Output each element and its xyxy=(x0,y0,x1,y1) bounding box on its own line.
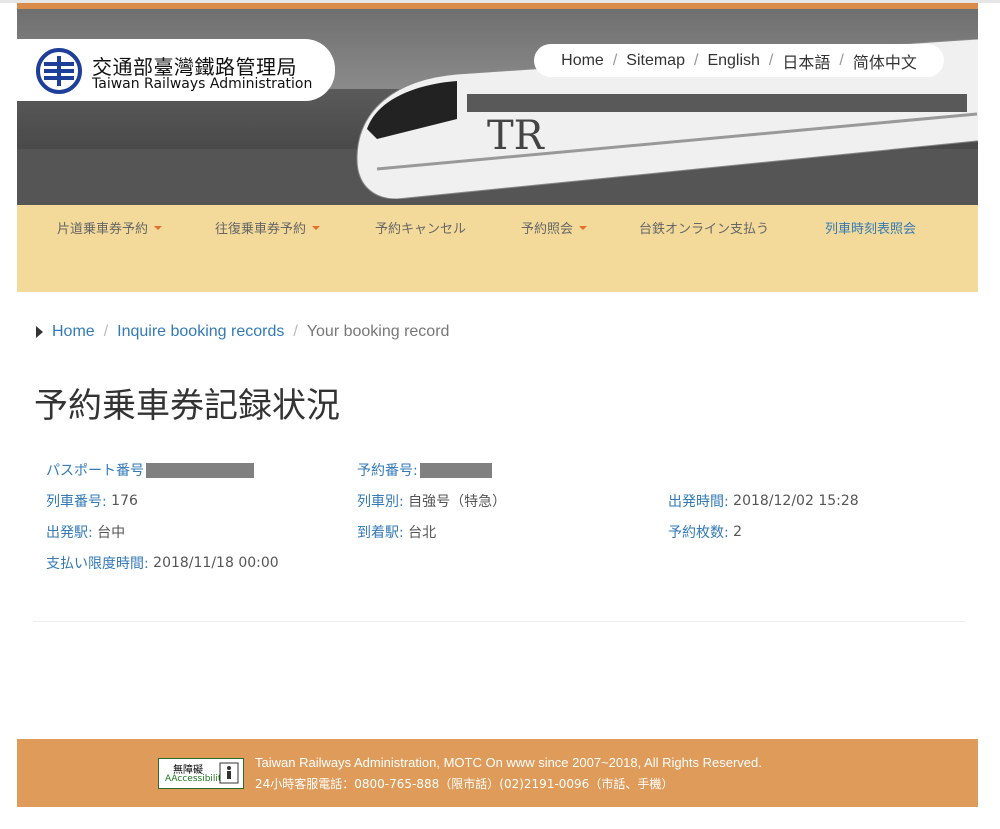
nav-round-trip-booking[interactable]: 往復乗車券予約 xyxy=(215,218,321,237)
train-number-field: 列車番号: 176 xyxy=(46,491,138,511)
logo-title-en: Taiwan Railways Administration xyxy=(92,76,313,92)
departure-station-value: 台中 xyxy=(97,525,126,541)
separator: / xyxy=(693,51,699,69)
nav-label: 予約キャンセル xyxy=(375,222,467,237)
content-divider xyxy=(33,621,965,622)
separator: / xyxy=(293,323,298,340)
arrival-station-label: 到着駅: xyxy=(357,525,404,541)
separator: / xyxy=(612,51,618,69)
booking-number-label: 予約番号: xyxy=(357,463,418,479)
train-type-label: 列車別: xyxy=(357,494,404,510)
train-type-value: 自強号（特急） xyxy=(408,494,507,510)
separator: / xyxy=(103,323,109,340)
nav-label: 往復乗車券予約 xyxy=(215,222,307,237)
main-nav: 片道乗車券予約 往復乗車券予約 予約キャンセル 予約照会 台鉄オンライン支払う … xyxy=(17,205,978,292)
footer-copyright: Taiwan Railways Administration, MOTC On … xyxy=(255,755,762,770)
arrival-station-value: 台北 xyxy=(408,525,437,541)
top-link-home[interactable]: Home xyxy=(561,52,604,70)
separator: / xyxy=(768,51,774,69)
payment-deadline-label: 支払い限度時間: xyxy=(46,556,149,572)
site-logo[interactable]: 交通部臺灣鐵路管理局 Taiwan Railways Administratio… xyxy=(17,39,335,101)
ticket-count-value: 2 xyxy=(733,524,743,540)
nav-label: 台鉄オンライン支払う xyxy=(639,222,770,237)
nav-timetable-inquiry[interactable]: 列車時刻表照会 xyxy=(825,218,916,237)
departure-time-value: 2018/12/02 15:28 xyxy=(733,493,859,509)
ticket-count-label: 予約枚数: xyxy=(668,525,729,541)
passport-label: パスポート番号 xyxy=(46,463,144,479)
accessibility-badge-bottom: AAccessibility xyxy=(165,774,227,784)
nav-online-payment[interactable]: 台鉄オンライン支払う xyxy=(639,218,769,237)
caret-down-icon xyxy=(579,225,588,230)
caret-down-icon xyxy=(154,225,163,230)
top-link-japanese[interactable]: 日本語 xyxy=(782,49,830,73)
accessibility-badge[interactable]: 無障礙 AAccessibility xyxy=(158,758,244,789)
train-number-label: 列車番号: xyxy=(46,494,107,510)
breadcrumb-home[interactable]: Home xyxy=(52,323,95,341)
caret-down-icon xyxy=(312,225,321,230)
arrival-station-field: 到着駅: 台北 xyxy=(357,522,436,542)
tra-logo-icon xyxy=(36,48,82,94)
departure-station-field: 出発駅: 台中 xyxy=(46,522,125,542)
departure-time-field: 出発時間: 2018/12/02 15:28 xyxy=(668,491,859,511)
train-number-value: 176 xyxy=(111,493,138,509)
svg-text:TR: TR xyxy=(487,113,546,159)
departure-time-label: 出発時間: xyxy=(668,494,729,510)
accessibility-icon xyxy=(219,762,239,784)
breadcrumb-inquire[interactable]: Inquire booking records xyxy=(117,323,284,341)
top-links: Home / Sitemap / English / 日本語 / 简体中文 xyxy=(534,44,944,77)
nav-cancel-booking[interactable]: 予約キャンセル xyxy=(375,218,466,237)
caret-right-icon xyxy=(36,326,43,338)
separator: / xyxy=(839,51,844,69)
ticket-count-field: 予約枚数: 2 xyxy=(668,522,742,542)
breadcrumb: Home / Inquire booking records / Your bo… xyxy=(36,323,449,341)
page-title: 予約乗車券記録状況 xyxy=(34,386,340,426)
payment-deadline-field: 支払い限度時間: 2018/11/18 00:00 xyxy=(46,553,279,573)
payment-deadline-value: 2018/11/18 00:00 xyxy=(153,555,279,571)
booking-number-redacted xyxy=(419,462,492,478)
top-link-english[interactable]: English xyxy=(707,52,759,70)
nav-label: 予約照会 xyxy=(521,222,574,237)
footer: 無障礙 AAccessibility Taiwan Railways Admin… xyxy=(17,739,978,807)
nav-booking-inquiry[interactable]: 予約照会 xyxy=(521,218,588,237)
passport-redacted xyxy=(146,462,254,478)
top-link-sitemap[interactable]: Sitemap xyxy=(626,52,685,70)
passport-field: パスポート番号 xyxy=(46,460,254,480)
nav-label: 列車時刻表照会 xyxy=(825,222,917,237)
train-type-field: 列車別: 自強号（特急） xyxy=(357,491,506,511)
booking-number-field: 予約番号: xyxy=(357,460,492,480)
nav-label: 片道乗車券予約 xyxy=(57,222,149,237)
footer-service-phone: 24小時客服電話：0800-765-888（限市話）(02)2191-0096（… xyxy=(255,777,674,791)
top-link-simplified-chinese[interactable]: 简体中文 xyxy=(853,49,917,73)
departure-station-label: 出発駅: xyxy=(46,525,93,541)
nav-one-way-booking[interactable]: 片道乗車券予約 xyxy=(57,218,163,237)
breadcrumb-current: Your booking record xyxy=(306,323,450,340)
